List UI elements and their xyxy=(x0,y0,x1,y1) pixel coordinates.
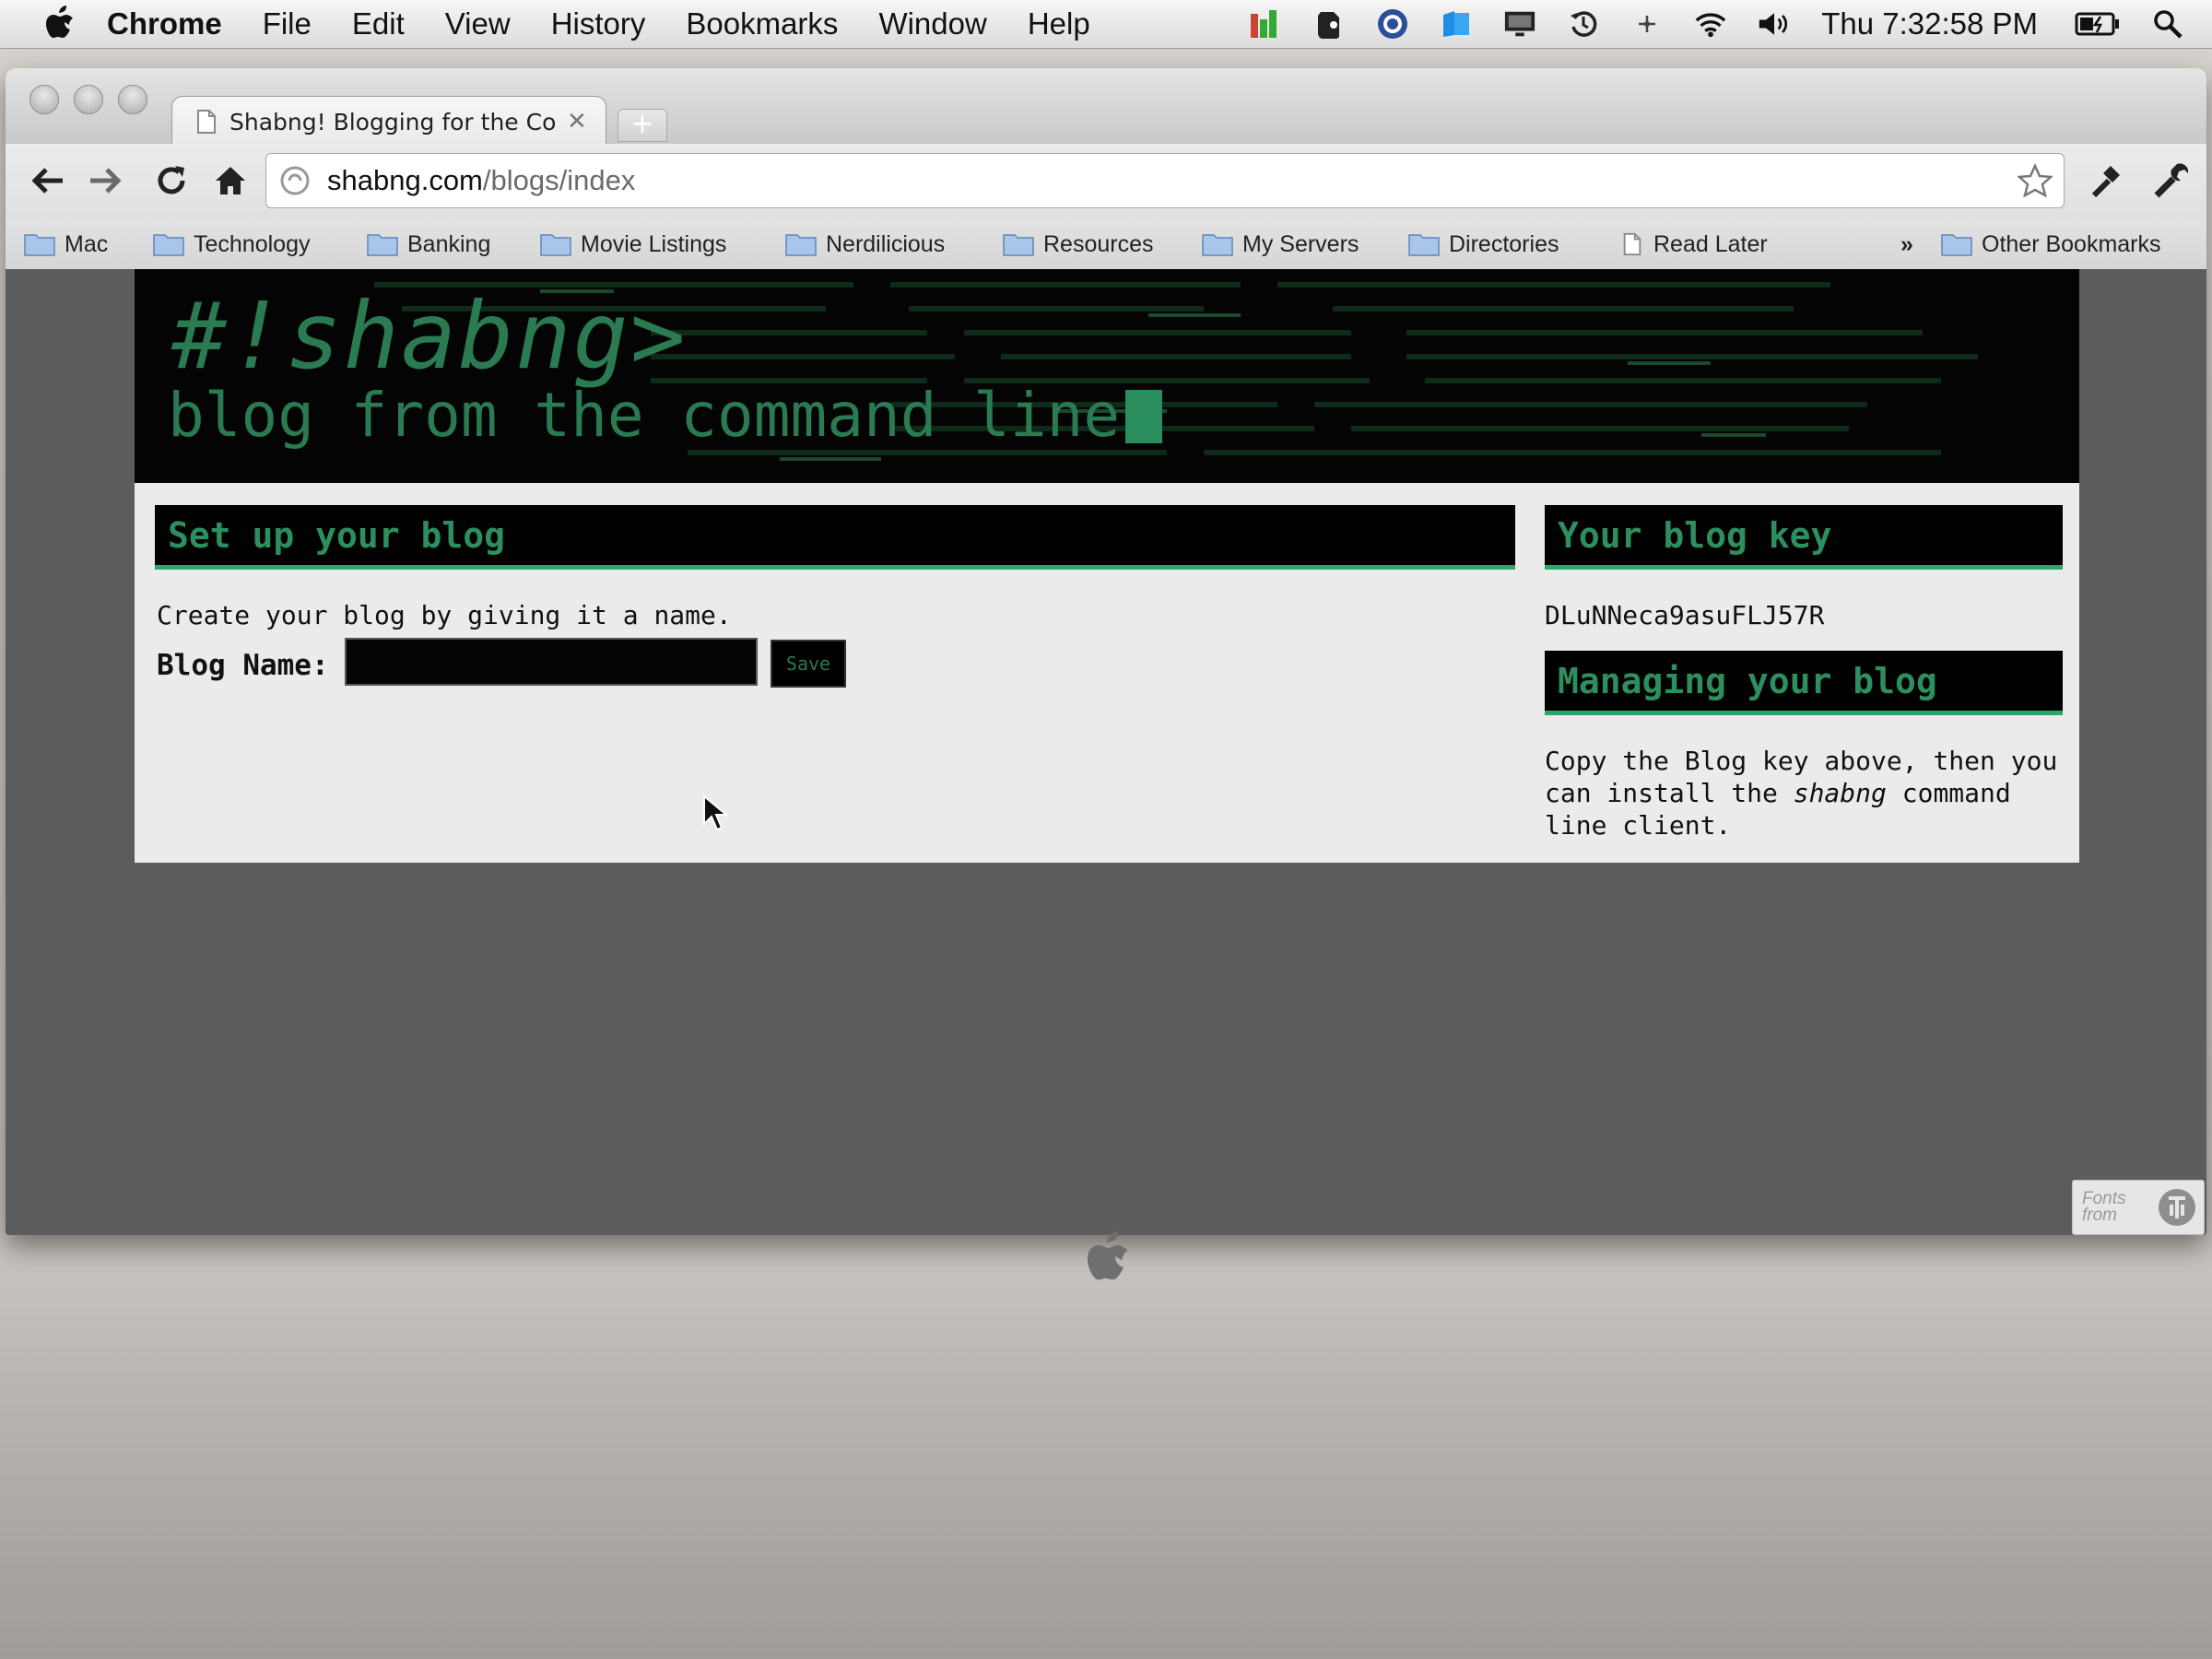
page-icon xyxy=(1623,232,1641,256)
menu-history[interactable]: History xyxy=(551,6,646,41)
mouse-pointer-icon xyxy=(703,794,728,831)
site-logo[interactable]: #!shabng> xyxy=(171,282,688,390)
client-name-emphasis: shabng xyxy=(1793,778,1887,808)
bookmarks-bar: Mac Technology Banking Movie Listings Ne… xyxy=(6,218,2206,270)
address-bar[interactable]: shabng.com/blogs/index xyxy=(265,153,2065,208)
spotlight-search-icon[interactable] xyxy=(2151,7,2184,41)
apple-menu-icon[interactable] xyxy=(42,6,76,42)
bookmark-folder-directories[interactable]: Directories xyxy=(1408,229,1559,260)
page-info-icon[interactable] xyxy=(279,165,311,196)
blog-key-heading: Your blog key xyxy=(1545,505,2063,570)
setup-intro-text: Create your blog by giving it a name. xyxy=(157,600,732,630)
folder-icon xyxy=(153,234,184,256)
site-tagline: blog from the command line xyxy=(168,380,1163,451)
browser-toolbar: shabng.com/blogs/index xyxy=(6,144,2206,218)
folder-icon xyxy=(1202,234,1233,256)
site-header: #!shabng> blog from the command line xyxy=(135,269,2079,483)
window-close-button[interactable] xyxy=(29,85,59,114)
page-icon xyxy=(197,110,216,134)
window-zoom-button[interactable] xyxy=(118,85,147,114)
evernote-icon[interactable] xyxy=(1312,7,1346,41)
time-machine-icon[interactable] xyxy=(1567,7,1600,41)
bookmark-folder-other[interactable]: Other Bookmarks xyxy=(1941,229,2161,260)
managing-blog-text: Copy the Blog key above, then you can in… xyxy=(1545,746,2058,841)
bookmark-label: Banking xyxy=(407,230,491,257)
folder-icon xyxy=(367,234,398,256)
folder-icon xyxy=(1941,234,1972,256)
bookmark-label: Mac xyxy=(65,230,109,257)
url-path: /blogs/index xyxy=(482,164,636,196)
managing-blog-heading: Managing your blog xyxy=(1545,651,2063,715)
terminal-cursor-block xyxy=(1125,390,1163,443)
tagline-text: blog from the command line xyxy=(168,380,1121,451)
istat-menus-icon[interactable] xyxy=(1249,7,1282,41)
back-arrow-icon[interactable] xyxy=(28,160,68,201)
bookmark-folder-my-servers[interactable]: My Servers xyxy=(1202,229,1359,260)
folder-icon xyxy=(1408,234,1440,256)
bookmark-label: Technology xyxy=(194,230,311,257)
bookmark-folder-technology[interactable]: Technology xyxy=(153,229,310,260)
reload-icon[interactable] xyxy=(151,160,192,201)
menu-bookmarks[interactable]: Bookmarks xyxy=(686,6,838,41)
menu-help[interactable]: Help xyxy=(1028,6,1090,41)
bookmark-folder-movie-listings[interactable]: Movie Listings xyxy=(540,229,726,260)
menu-file[interactable]: File xyxy=(263,6,312,41)
blog-name-label: Blog Name: xyxy=(157,649,329,682)
menu-edit[interactable]: Edit xyxy=(352,6,405,41)
blog-key-value: DLuNNeca9asuFLJ57R xyxy=(1545,600,1825,630)
menubar-clock[interactable]: Thu 7:32:58 PM xyxy=(1821,6,2038,41)
tab-strip: Shabng! Blogging for the Co ✕ + xyxy=(6,68,2206,147)
badge-label: Fonts from xyxy=(2082,1189,2126,1225)
fonts-provider-badge[interactable]: Fonts from xyxy=(2072,1180,2205,1235)
dropbox-icon[interactable] xyxy=(1440,7,1473,41)
bookmark-folder-resources[interactable]: Resources xyxy=(1003,229,1154,260)
home-icon[interactable] xyxy=(210,160,251,201)
tab-close-icon[interactable]: ✕ xyxy=(567,108,587,135)
volume-icon[interactable] xyxy=(1758,7,1791,41)
folder-icon xyxy=(24,234,55,256)
macos-menubar: Chrome File Edit View History Bookmarks … xyxy=(0,0,2212,49)
page-content: Set up your blog Create your blog by giv… xyxy=(135,483,2079,863)
new-tab-button[interactable]: + xyxy=(618,109,667,142)
bookmark-folder-nerdilicious[interactable]: Nerdilicious xyxy=(785,229,945,260)
extension-hammer-icon[interactable] xyxy=(2085,160,2125,201)
bookmark-label: Movie Listings xyxy=(581,230,727,257)
typekit-logo-icon xyxy=(2159,1189,2195,1226)
blog-name-input[interactable] xyxy=(345,638,758,686)
folder-icon xyxy=(1003,234,1034,256)
menu-window[interactable]: Window xyxy=(878,6,986,41)
save-button[interactable]: Save xyxy=(771,640,846,688)
menubar-status-area: Thu 7:32:58 PM xyxy=(1249,0,2212,48)
bookmark-star-icon[interactable] xyxy=(2018,163,2053,198)
wrench-menu-icon[interactable] xyxy=(2149,160,2190,201)
desktop-apple-logo-icon xyxy=(1088,1231,1128,1280)
forward-arrow-icon[interactable] xyxy=(85,160,125,201)
bookmark-folder-mac[interactable]: Mac xyxy=(24,229,108,260)
tab-title: Shabng! Blogging for the Co xyxy=(229,108,557,135)
bookmark-folder-banking[interactable]: Banking xyxy=(367,229,490,260)
page-viewport: #!shabng> blog from the command line Set… xyxy=(6,269,2206,1235)
screen-capture-icon[interactable] xyxy=(1376,7,1409,41)
menu-app-chrome[interactable]: Chrome xyxy=(107,6,222,41)
bookmark-label: Resources xyxy=(1043,230,1154,257)
bluetooth-icon[interactable] xyxy=(1630,7,1664,41)
display-icon[interactable] xyxy=(1503,7,1536,41)
url-host: shabng.com xyxy=(327,164,483,196)
menu-view[interactable]: View xyxy=(445,6,511,41)
bookmark-read-later[interactable]: Read Later xyxy=(1620,229,1768,260)
window-minimize-button[interactable] xyxy=(74,85,103,114)
bookmark-label: Directories xyxy=(1449,230,1559,257)
battery-icon[interactable] xyxy=(2075,7,2121,41)
chrome-window: Shabng! Blogging for the Co ✕ + shabng.c… xyxy=(6,68,2206,1235)
bookmarks-overflow-chevron-icon[interactable]: » xyxy=(1900,229,1913,260)
bookmark-label: Nerdilicious xyxy=(826,230,946,257)
tab-shabng[interactable]: Shabng! Blogging for the Co ✕ xyxy=(171,96,606,147)
setup-blog-heading: Set up your blog xyxy=(155,505,1515,570)
bookmark-label: Read Later xyxy=(1653,230,1768,257)
folder-icon xyxy=(785,234,817,256)
folder-icon xyxy=(540,234,571,256)
bookmark-label: Other Bookmarks xyxy=(1982,230,2161,257)
wifi-icon[interactable] xyxy=(1694,7,1727,41)
bookmark-label: My Servers xyxy=(1242,230,1359,257)
